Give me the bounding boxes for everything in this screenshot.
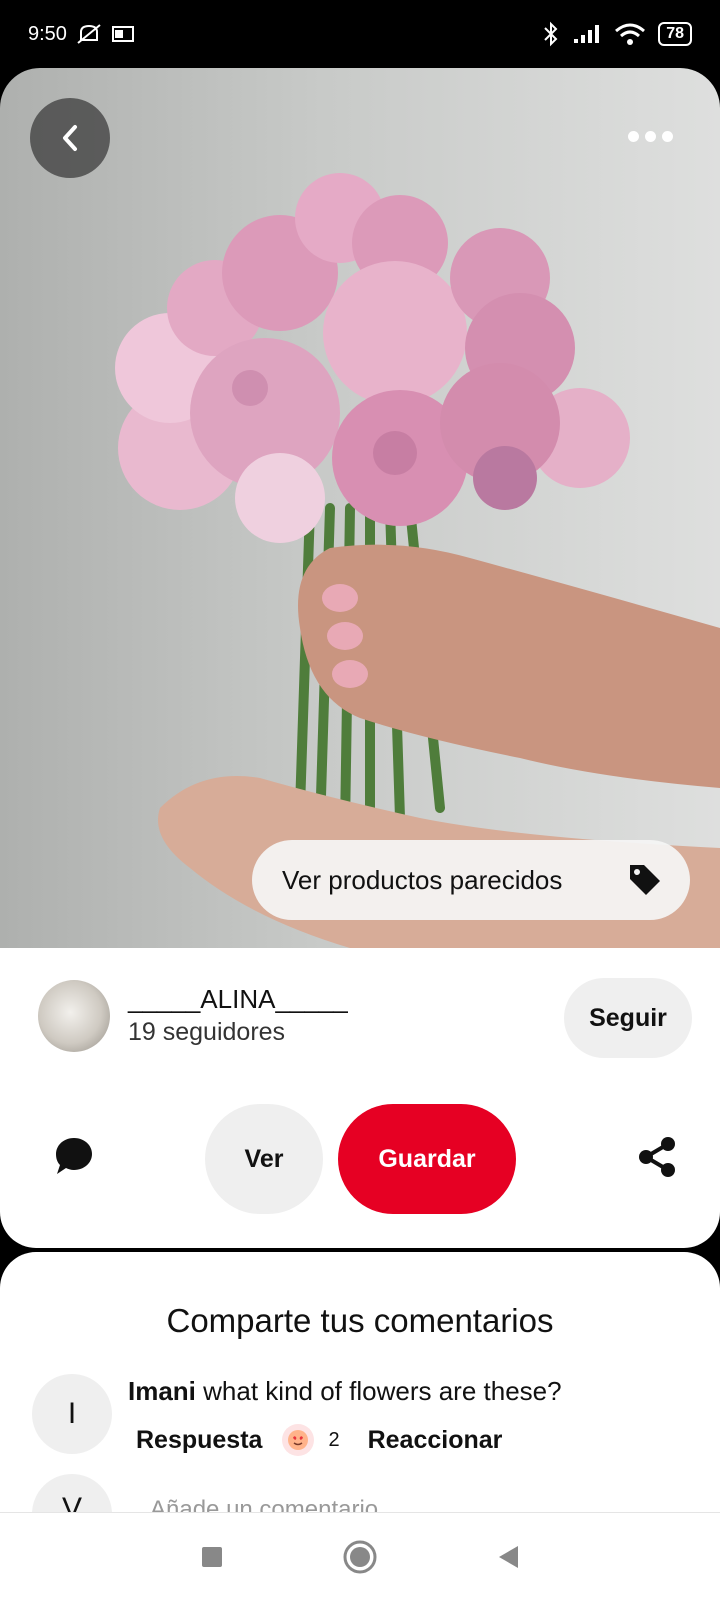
system-nav-bar <box>0 1512 720 1600</box>
react-button[interactable]: Reaccionar <box>368 1426 503 1455</box>
follower-count: 19 seguidores <box>128 1018 286 1046</box>
back-button[interactable] <box>30 98 110 178</box>
tag-icon <box>630 865 660 895</box>
dot-icon <box>644 130 656 142</box>
comment-icon[interactable] <box>52 1134 96 1178</box>
status-right: 78 <box>542 21 692 47</box>
wifi-icon <box>615 23 646 45</box>
status-time: 9:50 <box>28 22 67 45</box>
save-button[interactable]: Guardar <box>338 1104 516 1214</box>
back-triangle-icon[interactable] <box>496 1544 520 1570</box>
battery-indicator: 78 <box>658 22 692 46</box>
follow-button[interactable]: Seguir <box>564 978 692 1058</box>
comment-body: what kind of flowers are these? <box>203 1376 562 1406</box>
author-name[interactable]: _____ALINA_____ <box>128 984 348 1015</box>
dot-icon <box>627 130 639 142</box>
comments-section: Comparte tus comentarios I Imani what ki… <box>0 1252 720 1512</box>
mute-icon <box>77 24 101 44</box>
view-button[interactable]: Ver <box>205 1104 323 1214</box>
more-options-button[interactable] <box>620 118 680 154</box>
dot-icon <box>661 130 673 142</box>
share-icon[interactable] <box>634 1134 680 1180</box>
reply-button[interactable]: Respuesta <box>136 1426 262 1455</box>
comment-text: Imani what kind of flowers are these? <box>128 1376 562 1407</box>
pin-image[interactable]: Ver productos parecidos <box>0 68 720 948</box>
home-circle-icon[interactable] <box>343 1540 377 1574</box>
status-left: 9:50 <box>28 22 135 46</box>
commenter-avatar[interactable]: I <box>32 1374 112 1454</box>
comments-title: Comparte tus comentarios <box>166 1302 554 1339</box>
heart-face-emoji-icon[interactable] <box>282 1424 315 1456</box>
chevron-left-icon <box>63 125 77 151</box>
similar-products-button[interactable]: Ver productos parecidos <box>252 840 690 920</box>
signal-icon <box>574 25 600 43</box>
outlook-icon <box>111 26 134 42</box>
add-comment-input[interactable]: Añade un comentario <box>150 1496 378 1512</box>
bluetooth-icon <box>544 21 558 47</box>
recents-square-icon[interactable] <box>200 1545 224 1569</box>
similar-products-label: Ver productos parecidos <box>282 864 563 895</box>
reaction-count: 2 <box>328 1428 340 1451</box>
author-avatar[interactable] <box>38 980 110 1052</box>
current-user-avatar: V <box>32 1474 112 1512</box>
peony-bouquet-image <box>115 173 720 948</box>
commenter-name[interactable]: Imani <box>128 1376 196 1406</box>
comment-actions: Respuesta 2 Reaccionar <box>136 1424 502 1456</box>
pin-details: _____ALINA_____ 19 seguidores Seguir Ver… <box>0 948 720 1248</box>
status-bar: 9:50 78 <box>0 0 720 68</box>
